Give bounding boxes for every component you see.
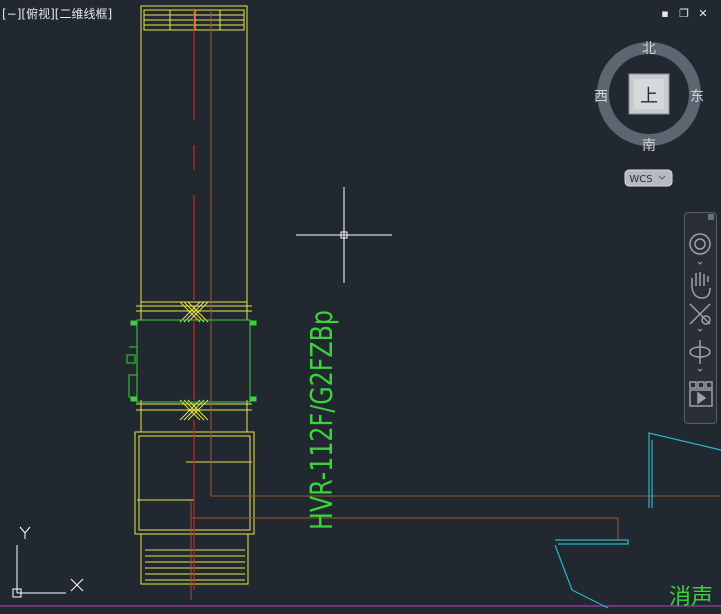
viewport-label[interactable]: [−][俯视][二维线框] xyxy=(2,5,112,22)
partial-text: 消声 xyxy=(669,585,713,610)
crosshair-cursor xyxy=(296,187,392,283)
minimize-icon[interactable]: ▪ xyxy=(659,8,671,20)
navbar-close-icon[interactable] xyxy=(708,214,714,220)
drawing-viewport[interactable]: HVR-112F/G2FZBp 消声 上 北 南 东 西 WCS Y [−][ xyxy=(0,0,721,610)
green-duct-section[interactable] xyxy=(126,319,257,403)
unit-annotation[interactable]: HVR-112F/G2FZBp xyxy=(305,310,340,530)
pan-hand-icon[interactable] xyxy=(691,272,711,299)
showmotion-icon[interactable] xyxy=(689,381,713,407)
viewcube[interactable]: 上 北 南 东 西 WCS xyxy=(594,41,704,187)
steering-wheel-icon[interactable] xyxy=(689,233,711,265)
compass-north[interactable]: 北 xyxy=(642,41,656,57)
viewcube-face-label: 上 xyxy=(640,86,658,107)
valve-cross-upper xyxy=(179,301,209,323)
compass-south[interactable]: 南 xyxy=(642,138,656,154)
wcs-menu-button[interactable]: WCS xyxy=(624,169,673,187)
orbit-icon[interactable] xyxy=(689,340,711,372)
zoom-extents-icon[interactable] xyxy=(689,303,711,332)
navigation-bar[interactable] xyxy=(684,212,717,424)
compass-east[interactable]: 东 xyxy=(690,89,704,105)
ucs-icon xyxy=(12,526,84,598)
compass-west[interactable]: 西 xyxy=(594,89,608,105)
wcs-label: WCS xyxy=(629,174,652,185)
wall-outline xyxy=(554,432,721,609)
close-icon[interactable]: ✕ xyxy=(697,8,709,20)
restore-icon[interactable]: ❐ xyxy=(678,8,690,20)
